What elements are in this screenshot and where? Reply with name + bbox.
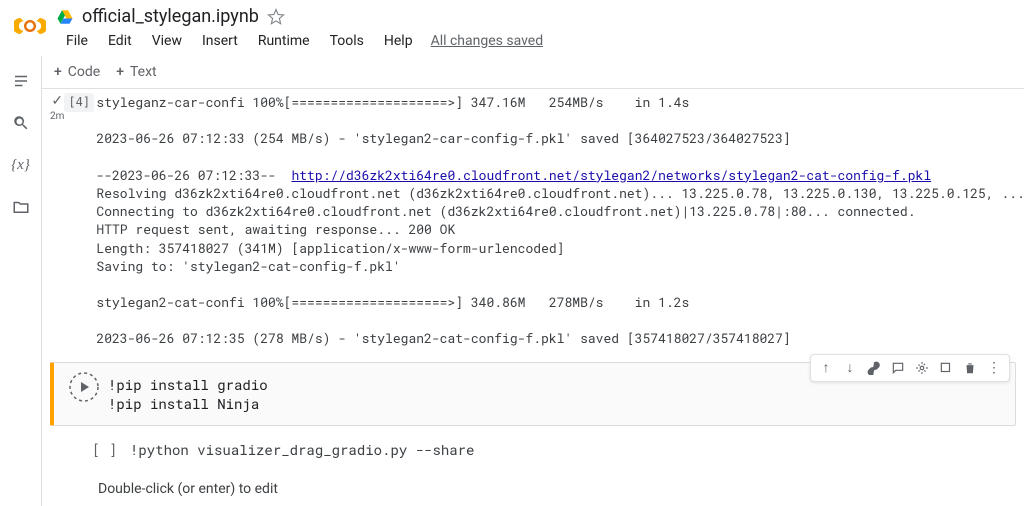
menubar: File Edit View Insert Runtime Tools Help… xyxy=(56,29,543,53)
variables-icon[interactable]: {x} xyxy=(10,154,32,176)
menu-file[interactable]: File xyxy=(56,29,98,53)
move-down-icon[interactable]: ↓ xyxy=(839,357,861,379)
colab-logo[interactable] xyxy=(14,10,46,42)
search-icon[interactable] xyxy=(10,112,32,134)
sidebar: {x} xyxy=(0,56,42,506)
check-icon: ✓ xyxy=(51,93,63,109)
code-content-3: !python visualizer_drag_gradio.py --shar… xyxy=(130,440,474,459)
more-vert-icon[interactable]: ⋮ xyxy=(983,357,1005,379)
menu-help[interactable]: Help xyxy=(374,29,423,53)
autosave-status[interactable]: All changes saved xyxy=(431,29,544,53)
output-gutter: ✓ 2m xyxy=(50,93,64,348)
add-code-label: Code xyxy=(68,64,100,80)
move-up-icon[interactable]: ↑ xyxy=(815,357,837,379)
add-text-button[interactable]: +Text xyxy=(116,64,156,80)
run-button[interactable] xyxy=(66,369,102,405)
notebook-content: +Code +Text ✓ 2m [4]styleganz-car-confi … xyxy=(42,56,1024,506)
files-icon[interactable] xyxy=(10,196,32,218)
delete-icon[interactable] xyxy=(959,357,981,379)
output-cell: ✓ 2m [4]styleganz-car-confi 100%[=======… xyxy=(42,89,1024,358)
elapsed-time: 2m xyxy=(50,111,64,122)
download-link[interactable]: http://d36zk2xti64re0.cloudfront.net/sty… xyxy=(291,166,931,184)
toc-icon[interactable] xyxy=(10,70,32,92)
colab-logo-svg xyxy=(14,16,46,36)
menu-runtime[interactable]: Runtime xyxy=(248,29,320,53)
menu-edit[interactable]: Edit xyxy=(98,29,142,53)
code-cell-3[interactable]: [ ] !python visualizer_drag_gradio.py --… xyxy=(42,430,1024,469)
menu-insert[interactable]: Insert xyxy=(192,29,248,53)
text-cell-placeholder[interactable]: Double-click (or enter) to edit xyxy=(42,469,1024,506)
drive-icon xyxy=(56,8,74,26)
add-code-button[interactable]: +Code xyxy=(54,64,100,80)
exec-count: [4] xyxy=(64,93,94,112)
star-icon[interactable] xyxy=(267,8,285,26)
menu-tools[interactable]: Tools xyxy=(320,29,374,53)
link-icon[interactable] xyxy=(863,357,885,379)
mirror-icon[interactable] xyxy=(935,357,957,379)
cell-toolbar: ↑ ↓ ⋮ xyxy=(810,354,1010,382)
add-text-label: Text xyxy=(130,64,157,80)
menu-view[interactable]: View xyxy=(142,29,192,53)
cell-add-toolbar: +Code +Text xyxy=(42,56,1024,89)
output-text: [4]styleganz-car-confi 100%[============… xyxy=(64,93,1024,348)
header: official_stylegan.ipynb File Edit View I… xyxy=(0,0,1024,56)
comment-icon[interactable] xyxy=(887,357,909,379)
exec-brackets: [ ] xyxy=(92,440,120,459)
settings-icon[interactable] xyxy=(911,357,933,379)
notebook-title[interactable]: official_stylegan.ipynb xyxy=(82,6,259,27)
